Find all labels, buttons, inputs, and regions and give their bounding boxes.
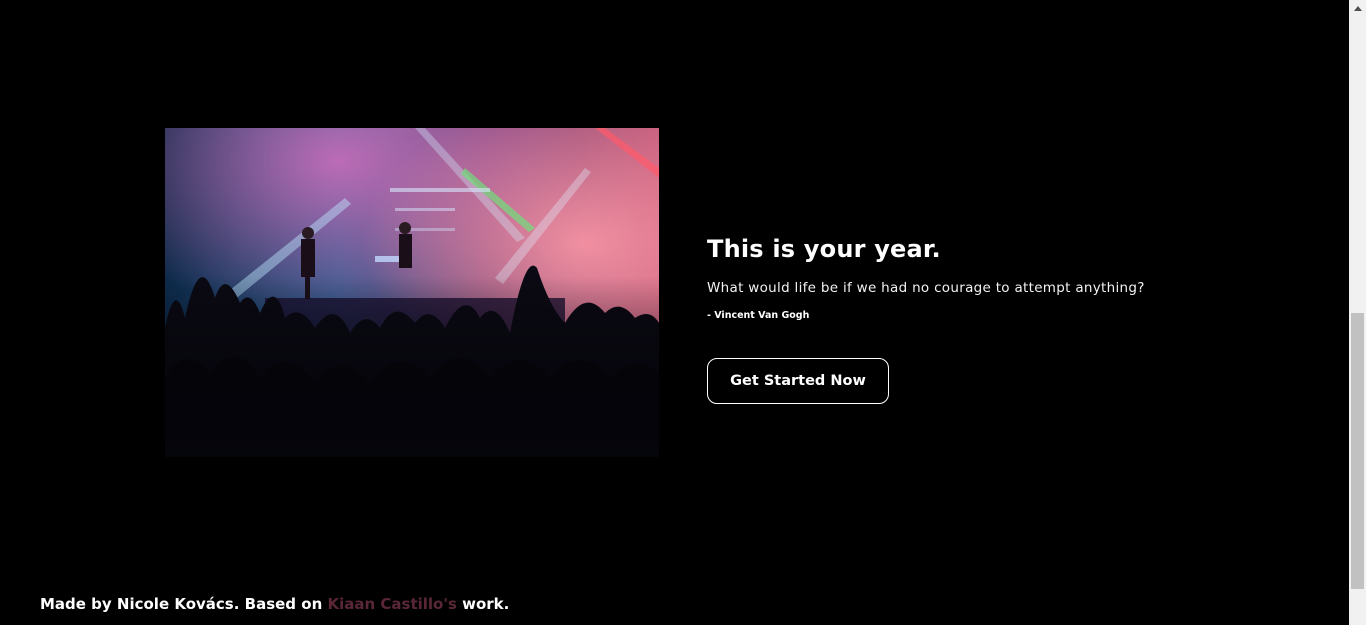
get-started-button[interactable]: Get Started Now — [707, 358, 889, 404]
hero-content: This is your year. What would life be if… — [707, 232, 1267, 323]
footer-prefix: Made by Nicole Kovács. Based on — [40, 595, 328, 613]
hero-title: This is your year. — [707, 235, 941, 263]
footer-credit: Made by Nicole Kovács. Based on Kiaan Ca… — [40, 594, 509, 614]
concert-photo — [165, 128, 659, 457]
footer-suffix: work. — [456, 595, 510, 613]
page: This is your year. What would life be if… — [0, 0, 1349, 625]
hero-quote: What would life be if we had no courage … — [707, 280, 1145, 296]
scrollbar-thumb[interactable] — [1351, 313, 1364, 589]
footer-author-link[interactable]: Kiaan Castillo's — [327, 595, 456, 613]
quote-author: - Vincent Van Gogh — [707, 310, 810, 321]
scroll-up-arrow-icon[interactable] — [1349, 0, 1366, 17]
vertical-scrollbar[interactable] — [1349, 0, 1366, 625]
